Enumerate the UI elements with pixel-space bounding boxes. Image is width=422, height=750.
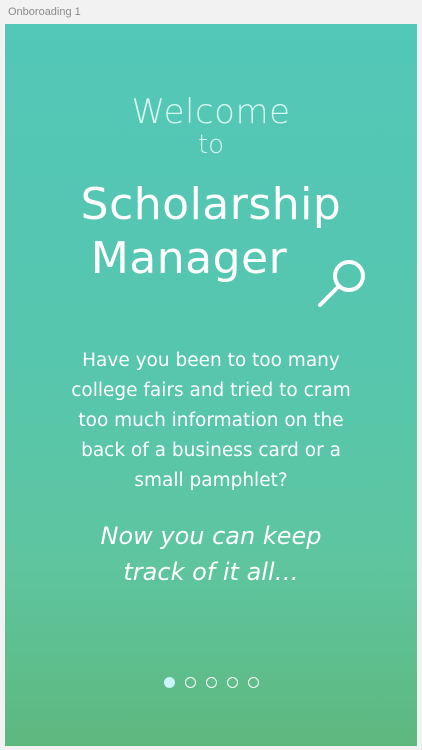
welcome-heading: Welcome to	[5, 94, 417, 160]
tagline-line-2: track of it all…	[123, 558, 299, 586]
tagline: Now you can keep track of it all…	[5, 518, 417, 590]
app-title-line-2: Manager	[90, 233, 288, 284]
app-title-line-1: Scholarship	[80, 179, 342, 230]
page-dot-5[interactable]	[247, 677, 259, 688]
page-indicator	[5, 677, 417, 693]
page-dot-3[interactable]	[205, 677, 217, 688]
onboarding-screen: Welcome to Scholarship Manager Have you …	[5, 24, 417, 746]
welcome-line: Welcome	[131, 92, 291, 132]
welcome-to-line: to	[197, 130, 225, 160]
page-dot-1[interactable]	[163, 677, 175, 688]
intro-text: Have you been to too many college fairs …	[71, 350, 351, 491]
tagline-line-1: Now you can keep	[100, 522, 322, 550]
magnifying-glass-icon	[318, 260, 365, 307]
page-dot-4[interactable]	[226, 677, 238, 688]
page-dot-2[interactable]	[184, 677, 196, 688]
artboard-label: Onboroading 1	[8, 6, 81, 18]
